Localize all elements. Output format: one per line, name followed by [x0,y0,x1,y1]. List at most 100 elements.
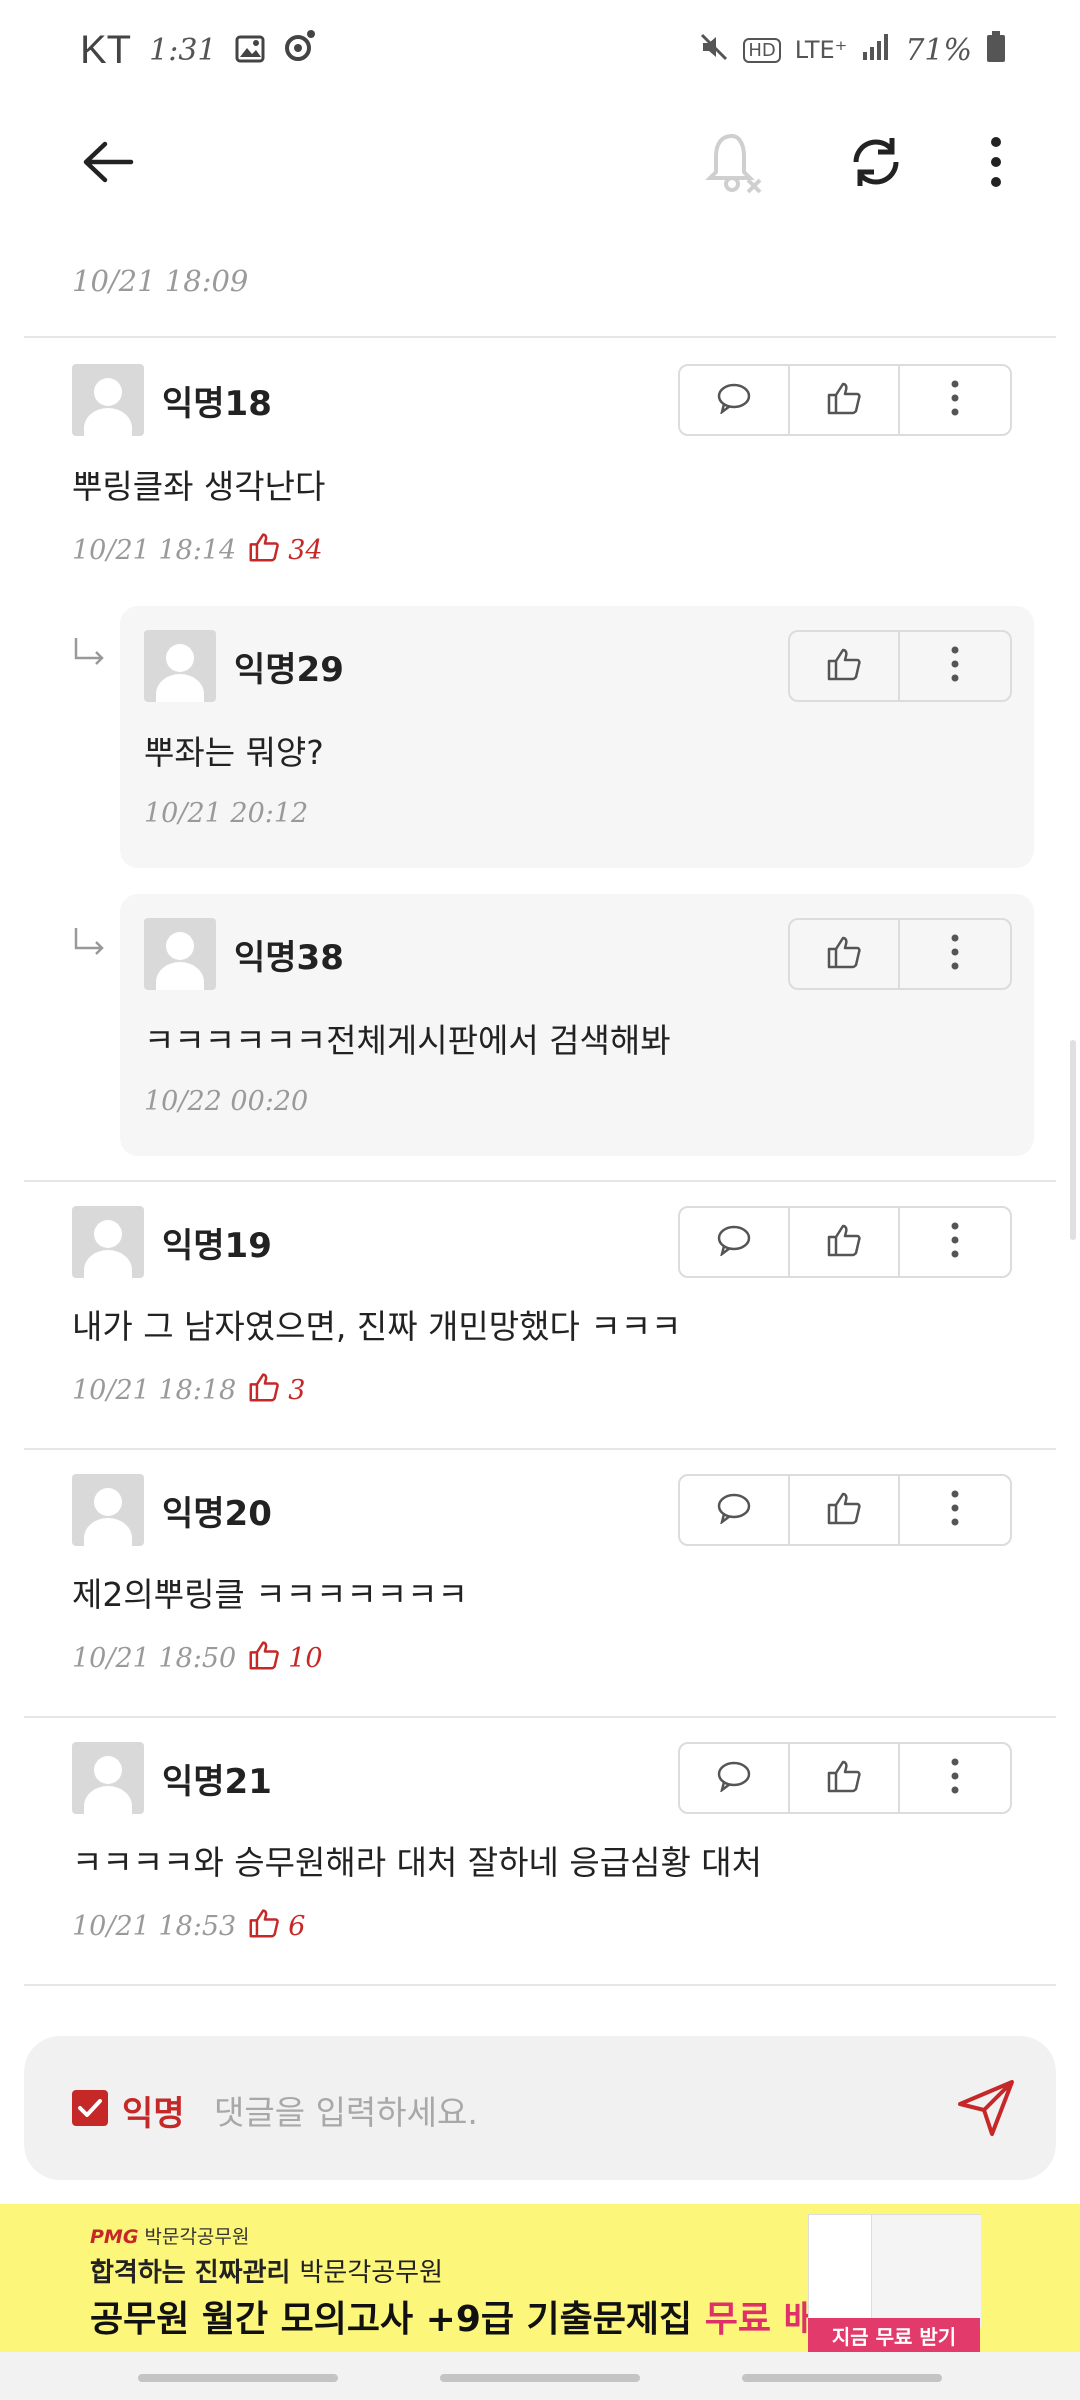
checkmark-icon [78,2099,102,2117]
like-button[interactable] [790,1208,900,1276]
like-count: 34 [248,532,323,569]
thumbs-up-icon [248,1908,280,1945]
like-count-value: 10 [288,1643,323,1674]
reply-button[interactable] [680,1476,790,1544]
like-button[interactable] [790,920,900,988]
comment-actions [678,1206,1012,1278]
thumbs-up-icon [248,532,280,569]
like-button[interactable] [790,632,900,700]
reply-author: 익명29 [234,650,344,690]
speech-bubble-icon [716,382,752,418]
comment-actions [678,1474,1012,1546]
speech-bubble-icon [716,1224,752,1260]
comment-meta: 10/21 18:50 10 [72,1640,323,1677]
ad-book-image [808,2214,981,2327]
avatar [144,630,216,702]
ad-cta-button[interactable]: 지금 무료 받기 [808,2318,980,2352]
thumbs-up-icon [248,1640,280,1677]
reply-meta: 10/21 20:12 [144,798,308,829]
more-vert-icon[interactable] [954,120,1038,204]
clock: 1:31 [149,32,217,68]
ad-headline-bold: 합격하는 진짜관리 [90,2258,291,2288]
status-bar: KT 1:31 HD LTE⁺ 71% [0,0,1080,100]
reply-button[interactable] [680,1744,790,1812]
comment-meta: 10/21 18:53 6 [72,1908,305,1945]
like-count-value: 3 [288,1375,306,1406]
like-button[interactable] [790,1476,900,1544]
reply-button[interactable] [680,1208,790,1276]
avatar [72,1474,144,1546]
comment-more-button[interactable] [900,1744,1010,1812]
comment-text: ㅋㅋㅋㅋ와 승무원해라 대처 잘하네 응급심황 대처 [72,1843,763,1882]
more-vert-icon [950,646,960,686]
anonymous-checkbox[interactable] [72,2090,108,2126]
comment-item: 익명18 뿌링클좌 생각난다 10/21 18:14 34 익명29 뿌좌는 뭐… [24,336,1056,1156]
comment-actions [678,1742,1012,1814]
nav-home-button[interactable] [440,2374,640,2382]
divider [24,1984,1056,1986]
battery-percent: 71% [905,32,972,68]
speech-bubble-icon [716,1492,752,1528]
image-icon [235,28,265,72]
comment-author: 익명18 [162,384,272,424]
thumbs-up-icon [826,1759,862,1797]
comment-input[interactable]: 댓글을 입력하세요. [214,2086,478,2134]
ad-subheadline-main: 공무원 월간 모의고사 +9급 기출문제집 [90,2299,693,2340]
reply-author: 익명38 [234,938,344,978]
reply-button[interactable] [680,366,790,434]
mute-icon [699,32,729,69]
like-count: 10 [248,1640,323,1677]
reply-date: 10/21 20:12 [144,798,309,829]
comment-date: 10/21 18:53 [72,1911,237,1942]
comment-text: 뿌링클좌 생각난다 [72,467,326,506]
reply-more-button[interactable] [900,632,1010,700]
lte-icon: LTE⁺ [794,36,848,64]
thumbs-up-icon [826,1491,862,1529]
send-button[interactable] [954,2076,1018,2140]
comment-author: 익명20 [162,1494,272,1534]
comment-item: 익명20 제2의뿌링클 ㅋㅋㅋㅋㅋㅋㅋ 10/21 18:50 10 [24,1448,1056,1716]
comment-text: 내가 그 남자였으면, 진짜 개민망했다 ㅋㅋㅋ [72,1307,682,1346]
comment-item: 익명21 ㅋㅋㅋㅋ와 승무원해라 대처 잘하네 응급심황 대처 10/21 18… [24,1716,1056,1984]
like-button[interactable] [790,1744,900,1812]
like-count: 3 [248,1372,305,1409]
comment-thread[interactable]: 10/21 18:09 익명18 뿌링클좌 생각난다 10/21 18:14 3… [24,224,1056,1988]
record-icon [283,28,317,72]
nav-recents-button[interactable] [138,2374,338,2382]
ad-headline: 합격하는 진짜관리 박문각공무원 [90,2252,443,2289]
ad-brand-logo: PMG [90,2226,139,2248]
nav-back-button[interactable] [742,2374,942,2382]
more-vert-icon [950,934,960,974]
send-icon [958,2080,1014,2136]
comment-meta: 10/21 18:14 34 [72,532,323,569]
reply-item: 익명29 뿌좌는 뭐양? 10/21 20:12 [120,606,1034,868]
thumbs-up-icon [826,935,862,973]
more-vert-icon [950,1222,960,1262]
thumbs-up-icon [826,1223,862,1261]
thumbs-up-icon [826,647,862,685]
reply-text: 뿌좌는 뭐양? [144,733,324,772]
like-button[interactable] [790,366,900,434]
avatar [72,1742,144,1814]
comment-date: 10/21 18:14 [72,535,237,566]
reply-text: ㅋㅋㅋㅋㅋㅋ전체게시판에서 검색해봐 [144,1021,671,1060]
scroll-indicator[interactable] [1070,1040,1076,1240]
comment-input-bar: 익명 댓글을 입력하세요. [24,2036,1056,2180]
more-vert-icon [950,1758,960,1798]
back-arrow-icon[interactable] [66,120,150,204]
ad-subheadline: 공무원 월간 모의고사 +9급 기출문제집 무료 배포 [90,2290,850,2342]
comment-more-button[interactable] [900,366,1010,434]
ad-banner[interactable]: PMG 박문각공무원 합격하는 진짜관리 박문각공무원 공무원 월간 모의고사 … [0,2204,1080,2352]
comment-more-button[interactable] [900,1208,1010,1276]
anonymous-label[interactable]: 익명 [122,2086,185,2135]
navigation-bar [0,2352,1080,2400]
reply-more-button[interactable] [900,920,1010,988]
refresh-icon[interactable] [834,120,918,204]
reply-actions [788,630,1012,702]
notification-off-icon[interactable] [692,120,776,204]
reply-actions [788,918,1012,990]
reply-item: 익명38 ㅋㅋㅋㅋㅋㅋ전체게시판에서 검색해봐 10/22 00:20 [120,894,1034,1156]
comment-more-button[interactable] [900,1476,1010,1544]
comment-date: 10/21 18:50 [72,1643,237,1674]
app-bar [0,100,1080,224]
